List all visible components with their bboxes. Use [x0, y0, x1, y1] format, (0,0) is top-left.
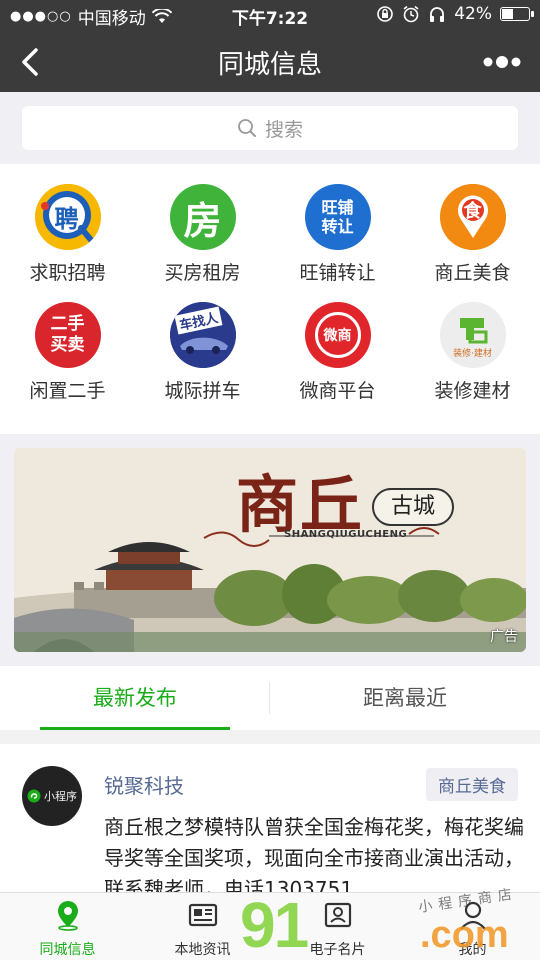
tabbar-label: 本地资讯 [174, 942, 231, 958]
house-glyph: 房 [183, 198, 222, 243]
category-label: 装修建材 [434, 380, 511, 402]
tabbar-label: 同城信息 [39, 942, 96, 958]
shop-transfer-icon: 旺铺 转让 [304, 184, 371, 250]
category-label: 城际拼车 [164, 380, 241, 402]
more-options-icon[interactable] [480, 42, 524, 82]
category-badge[interactable]: 商丘美食 [426, 768, 518, 801]
user-icon [459, 901, 486, 930]
category-second-hand[interactable]: 二手 买卖 闲置二手 [0, 282, 135, 402]
page-title: 同城信息 [217, 50, 322, 80]
food-icon: 食 [439, 184, 506, 250]
category-label: 求职招聘 [29, 262, 106, 284]
ad-banner[interactable]: 商丘 古城 SHANGQIUGUCHENG 广告 [14, 448, 526, 652]
decoration-glyph: 装修·建材 [453, 349, 492, 359]
shop-transfer-glyph: 旺铺 转让 [321, 198, 354, 236]
category-grid: 聘 求职招聘 房 买房租房 旺铺 转让 旺铺转让 食 商丘美食 二手 买卖 闲置… [0, 164, 540, 434]
wechat-business-glyph: 微商 [323, 328, 352, 344]
active-tab-indicator [40, 727, 230, 730]
status-bar: ●●●○○ 中国移动 下午7:22 42% [0, 0, 540, 30]
category-carpool[interactable]: 车找人 城际拼车 [135, 282, 270, 402]
category-food[interactable]: 食 商丘美食 [405, 164, 540, 284]
headphones-icon [430, 7, 445, 22]
alarm-icon [403, 5, 419, 23]
contact-card-icon [324, 902, 351, 928]
tabbar-item-city-info[interactable]: 同城信息 [0, 893, 135, 960]
list-item[interactable]: 小程序 锐聚科技 商丘美食 商丘根之梦模特队曾获全国金梅花奖，梅花奖编导奖等全国… [0, 744, 540, 901]
tabbar-item-me[interactable]: 我的 [405, 893, 540, 960]
banner-seal: 古城 [372, 488, 454, 526]
category-label: 旺铺转让 [299, 262, 376, 284]
tab-latest[interactable]: 最新发布 [0, 666, 270, 730]
post-author[interactable]: 锐聚科技 [104, 770, 184, 799]
tab-nearest[interactable]: 距离最近 [270, 666, 540, 730]
feed-tabs: 最新发布 距离最近 [0, 666, 540, 730]
banner-section: 商丘 古城 SHANGQIUGUCHENG 广告 [0, 434, 540, 666]
jobs-icon: 聘 [34, 184, 101, 250]
tabbar-item-business-card[interactable]: 电子名片 [270, 893, 405, 960]
tabbar-label: 我的 [458, 942, 487, 958]
nav-bar: 同城信息 [0, 30, 540, 92]
carpool-icon: 车找人 [169, 302, 236, 368]
search-icon [238, 119, 256, 137]
search-input[interactable]: 搜索 [22, 106, 518, 150]
category-label: 买房租房 [164, 262, 241, 284]
jobs-glyph: 聘 [54, 205, 79, 233]
avatar-text: 小程序 [44, 790, 77, 803]
second-hand-icon: 二手 买卖 [34, 302, 101, 368]
mini-program-icon [27, 789, 41, 803]
battery-percent: 42% [454, 4, 492, 24]
house-icon: 房 [169, 184, 236, 250]
second-hand-glyph: 二手 买卖 [50, 314, 85, 355]
bottom-tab-bar: 同城信息 本地资讯 电子名片 我的 [0, 892, 540, 960]
avatar[interactable]: 小程序 [22, 766, 82, 826]
tabbar-label: 电子名片 [309, 942, 366, 958]
category-label: 闲置二手 [29, 380, 106, 402]
category-wechat-business[interactable]: 微商 微商平台 [270, 282, 405, 402]
category-decoration[interactable]: 装修·建材 装修建材 [405, 282, 540, 402]
food-glyph: 食 [463, 201, 482, 222]
category-label: 商丘美食 [434, 262, 511, 284]
wechat-business-icon: 微商 [304, 302, 371, 368]
category-shop-transfer[interactable]: 旺铺 转让 旺铺转让 [270, 164, 405, 284]
category-jobs[interactable]: 聘 求职招聘 [0, 164, 135, 284]
newspaper-icon [188, 903, 217, 927]
battery-fill [502, 9, 513, 19]
battery-icon [500, 7, 534, 21]
location-pin-icon [57, 901, 78, 931]
decoration-icon: 装修·建材 [439, 302, 506, 368]
tabbar-item-local-news[interactable]: 本地资讯 [135, 893, 270, 960]
category-housing[interactable]: 房 买房租房 [135, 164, 270, 284]
rotation-lock-icon [377, 6, 394, 22]
banner-pinyin: SHANGQIUGUCHENG [284, 529, 408, 540]
ad-label: 广告 [490, 629, 518, 645]
category-label: 微商平台 [299, 380, 376, 402]
search-placeholder: 搜索 [264, 118, 303, 141]
search-section: 搜索 [0, 92, 540, 164]
